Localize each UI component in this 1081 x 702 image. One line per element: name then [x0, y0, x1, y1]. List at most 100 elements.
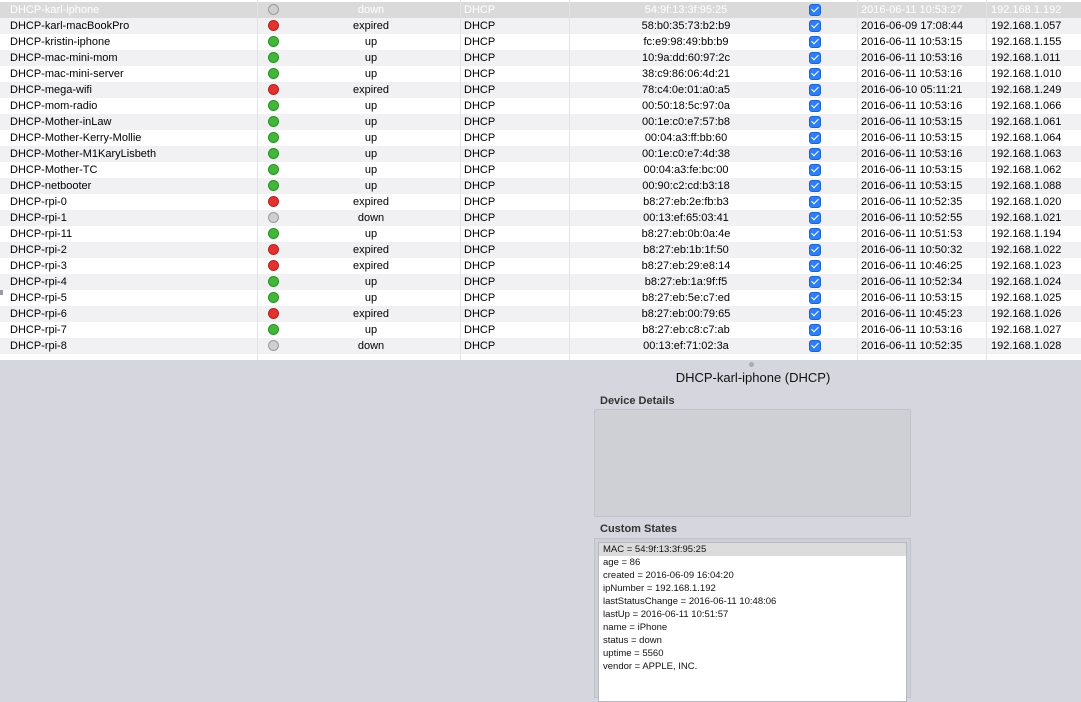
table-row[interactable]: DHCP-rpi-1 down DHCP 00:13:ef:65:03:41 2016-… — [0, 210, 1081, 226]
enabled-cell — [802, 322, 828, 338]
table-row[interactable]: DHCP-rpi-4 up DHCP b8:27:eb:1a:9f:f5 2016-06… — [0, 274, 1081, 290]
splitter-handle[interactable] — [749, 362, 754, 367]
enabled-checkbox[interactable] — [809, 260, 821, 272]
column-divider[interactable] — [569, 0, 570, 360]
last-seen-date: 2016-06-11 10:53:16 — [861, 68, 963, 80]
enabled-checkbox[interactable] — [809, 292, 821, 304]
mac-address: 00:13:ef:71:02:3a — [643, 340, 729, 352]
enabled-checkbox[interactable] — [809, 20, 821, 32]
device-status: up — [364, 228, 378, 240]
enabled-checkbox[interactable] — [809, 164, 821, 176]
custom-states-list[interactable]: MAC = 54:9f:13:3f:95:25 age = 86 created =… — [598, 542, 907, 702]
enabled-checkbox[interactable] — [809, 100, 821, 112]
table-row[interactable]: DHCP-Mother-M1KaryLisbeth up DHCP 00:1e:c0:… — [0, 146, 1081, 162]
table-row[interactable]: DHCP-kristin-iphone up DHCP fc:e9:98:49:bb:… — [0, 34, 1081, 50]
table-row[interactable]: DHCP-rpi-8 down DHCP 00:13:ef:71:02:3a 2016-… — [0, 338, 1081, 354]
device-status: expired — [352, 244, 390, 256]
table-row[interactable]: DHCP-rpi-5 up DHCP b8:27:eb:5e:c7:ed 2016-06… — [0, 290, 1081, 306]
status-dot-icon — [268, 164, 279, 175]
enabled-checkbox[interactable] — [809, 196, 821, 208]
custom-state-item[interactable]: uptime = 5560 — [599, 647, 906, 660]
device-name: DHCP-mom-radio — [10, 100, 98, 112]
custom-state-item[interactable]: MAC = 54:9f:13:3f:95:25 — [599, 543, 906, 556]
enabled-checkbox[interactable] — [809, 116, 821, 128]
table-row[interactable]: DHCP-mac-mini-mom up DHCP 10:9a:dd:60:97:2c… — [0, 50, 1081, 66]
table-row[interactable]: DHCP-rpi-7 up DHCP b8:27:eb:c8:c7:ab 2016-06… — [0, 322, 1081, 338]
enabled-cell — [802, 306, 828, 322]
enabled-checkbox[interactable] — [809, 132, 821, 144]
enabled-cell — [802, 194, 828, 210]
custom-state-item[interactable]: lastUp = 2016-06-11 10:51:57 — [599, 608, 906, 621]
custom-state-item[interactable]: age = 86 — [599, 556, 906, 569]
table-row[interactable]: DHCP-rpi-3 expired DHCP b8:27:eb:29:e8:14 20… — [0, 258, 1081, 274]
device-type: DHCP — [464, 196, 496, 208]
table-row[interactable]: DHCP-rpi-11 up DHCP b8:27:eb:0b:0a:4e 2016-0… — [0, 226, 1081, 242]
last-seen-date: 2016-06-11 10:52:55 — [861, 212, 963, 224]
device-type: DHCP — [464, 148, 496, 160]
ip-address: 192.168.1.194 — [991, 228, 1062, 240]
table-row[interactable]: DHCP-Mother-TC up DHCP 00:04:a3:fe:bc:00 201… — [0, 162, 1081, 178]
enabled-checkbox[interactable] — [809, 52, 821, 64]
enabled-checkbox[interactable] — [809, 276, 821, 288]
custom-state-item[interactable]: lastStatusChange = 2016-06-11 10:48:06 — [599, 595, 906, 608]
device-type: DHCP — [464, 212, 496, 224]
last-seen-date: 2016-06-11 10:53:15 — [861, 116, 963, 128]
table-row[interactable]: DHCP-karl-iphone down DHCP 54:9f:13:3f:95:2… — [0, 2, 1081, 18]
device-type: DHCP — [464, 164, 496, 176]
custom-state-item[interactable]: created = 2016-06-09 16:04:20 — [599, 569, 906, 582]
enabled-checkbox[interactable] — [809, 244, 821, 256]
table-row[interactable]: DHCP-rpi-6 expired DHCP b8:27:eb:00:79:65 20… — [0, 306, 1081, 322]
device-type: DHCP — [464, 292, 496, 304]
column-divider[interactable] — [460, 0, 461, 360]
table-row[interactable]: DHCP-mac-mini-server up DHCP 38:c9:86:06:4d… — [0, 66, 1081, 82]
enabled-checkbox[interactable] — [809, 68, 821, 80]
status-dot-icon — [268, 116, 279, 127]
enabled-checkbox[interactable] — [809, 180, 821, 192]
ip-address: 192.168.1.088 — [991, 180, 1062, 192]
table-row[interactable]: DHCP-Mother-inLaw up DHCP 00:1e:c0:e7:57:b8… — [0, 114, 1081, 130]
custom-state-item[interactable]: status = down — [599, 634, 906, 647]
device-status: up — [364, 52, 378, 64]
table-row[interactable]: DHCP-rpi-2 expired DHCP b8:27:eb:1b:1f:50 20… — [0, 242, 1081, 258]
table-row[interactable]: DHCP-mom-radio up DHCP 00:50:18:5c:97:0a 201… — [0, 98, 1081, 114]
enabled-checkbox[interactable] — [809, 228, 821, 240]
ip-address: 192.168.1.021 — [991, 212, 1062, 224]
custom-states-label: Custom States — [600, 523, 678, 535]
custom-state-item[interactable]: vendor = APPLE, INC. — [599, 660, 906, 673]
device-name: DHCP-mac-mini-server — [10, 68, 124, 80]
status-dot-icon — [268, 276, 279, 287]
table-row[interactable]: DHCP-Mother-Kerry-Mollie up DHCP 00:04:a3:f… — [0, 130, 1081, 146]
enabled-checkbox[interactable] — [809, 4, 821, 16]
custom-state-item[interactable]: ipNumber = 192.168.1.192 — [599, 582, 906, 595]
column-divider[interactable] — [857, 0, 858, 360]
table-row[interactable]: DHCP-netbooter up DHCP 00:90:c2:cd:b3:18 201… — [0, 178, 1081, 194]
column-divider[interactable] — [986, 0, 987, 360]
last-seen-date: 2016-06-11 10:53:27 — [861, 4, 963, 16]
column-divider[interactable] — [257, 0, 258, 360]
resize-handle[interactable] — [0, 290, 3, 295]
enabled-checkbox[interactable] — [809, 324, 821, 336]
enabled-checkbox[interactable] — [809, 212, 821, 224]
enabled-cell — [802, 130, 828, 146]
table-row[interactable]: DHCP-mega-wifi expired DHCP 78:c4:0e:01:a0:… — [0, 82, 1081, 98]
enabled-checkbox[interactable] — [809, 36, 821, 48]
enabled-checkbox[interactable] — [809, 308, 821, 320]
table-row[interactable]: DHCP-rpi-0 expired DHCP b8:27:eb:2e:fb:b3 20… — [0, 194, 1081, 210]
custom-state-item[interactable]: name = iPhone — [599, 621, 906, 634]
last-seen-date: 2016-06-11 10:53:16 — [861, 148, 963, 160]
mac-address: 00:1e:c0:e7:4d:38 — [641, 148, 731, 160]
ip-address: 192.168.1.155 — [991, 36, 1062, 48]
enabled-checkbox[interactable] — [809, 148, 821, 160]
enabled-checkbox[interactable] — [809, 84, 821, 96]
enabled-cell — [802, 114, 828, 130]
table-row[interactable]: DHCP-karl-macBookPro expired DHCP 58:b0:35:… — [0, 18, 1081, 34]
last-seen-date: 2016-06-11 10:46:25 — [861, 260, 963, 272]
enabled-cell — [802, 50, 828, 66]
device-type: DHCP — [464, 36, 496, 48]
device-table[interactable]: DHCP-karl-iphone down DHCP 54:9f:13:3f:95:2… — [0, 0, 1081, 360]
last-seen-date: 2016-06-11 10:53:15 — [861, 132, 963, 144]
device-status: expired — [352, 196, 390, 208]
device-details-label: Device Details — [600, 395, 675, 407]
enabled-checkbox[interactable] — [809, 340, 821, 352]
mac-address: b8:27:eb:2e:fb:b3 — [643, 196, 729, 208]
